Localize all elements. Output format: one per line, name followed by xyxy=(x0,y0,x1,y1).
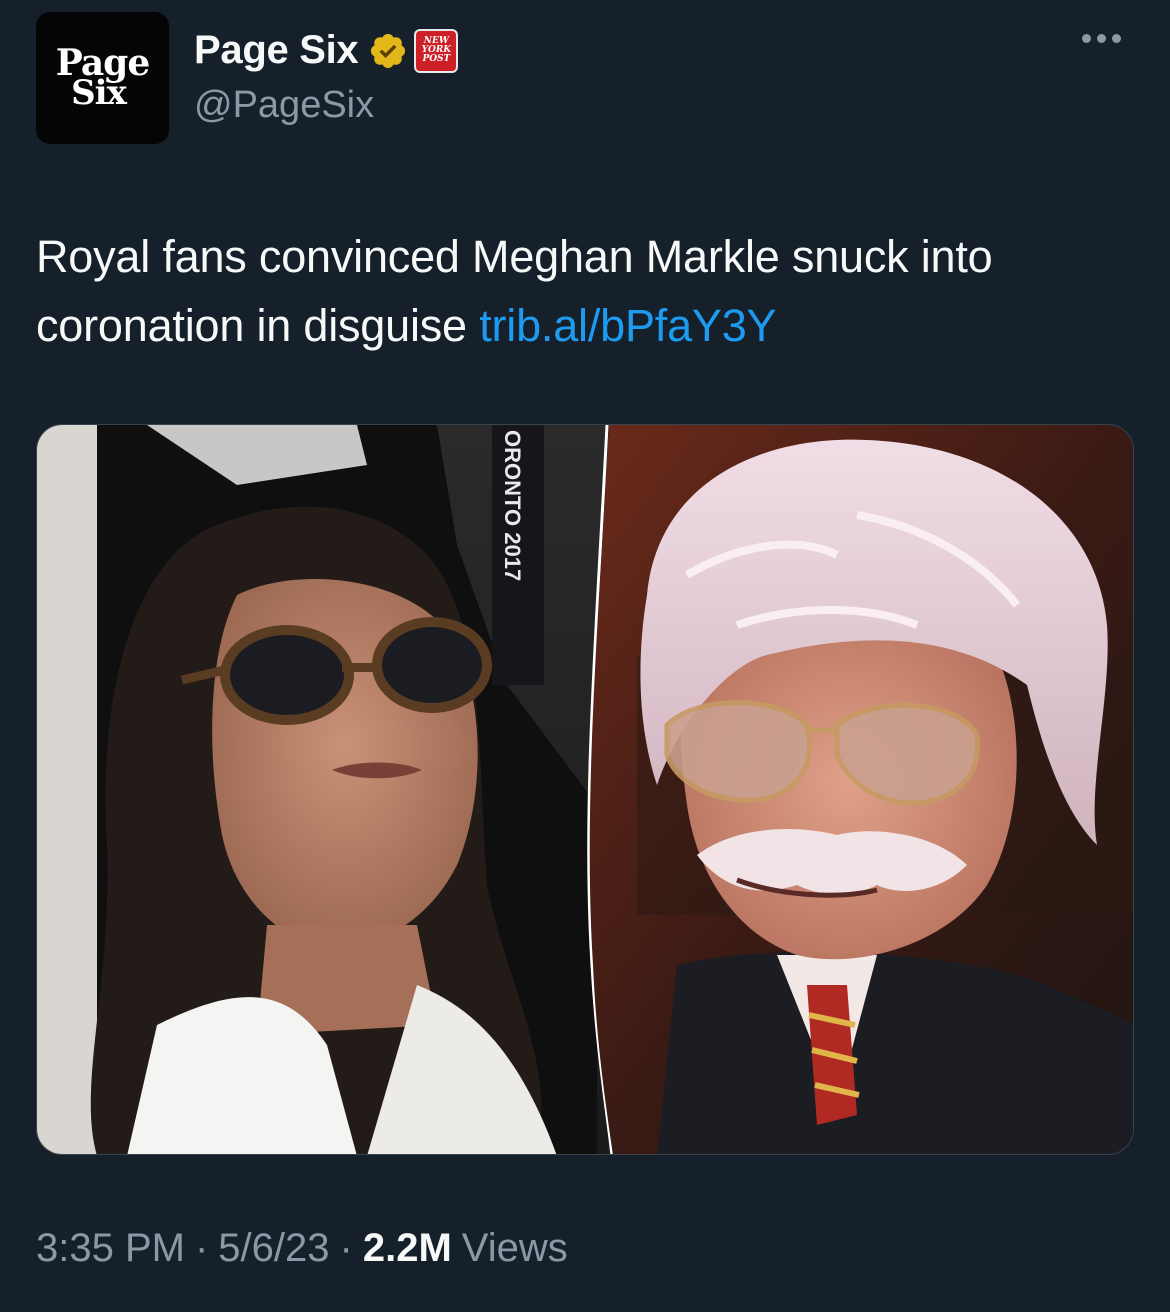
more-dot xyxy=(1097,34,1106,43)
display-name[interactable]: Page Six xyxy=(194,28,359,73)
tweet-link[interactable]: trib.al/bPfaY3Y xyxy=(479,300,776,351)
views-count[interactable]: 2.2M xyxy=(363,1226,452,1271)
more-options-icon[interactable] xyxy=(1082,34,1121,43)
avatar-text-line2: Six xyxy=(71,72,127,113)
tweet-date[interactable]: 5/6/23 xyxy=(218,1226,329,1271)
views-label: Views xyxy=(461,1226,568,1270)
more-dot xyxy=(1082,34,1091,43)
more-dot xyxy=(1112,34,1121,43)
tweet-meta: 3:35 PM · 5/6/23 · 2.2M Views xyxy=(36,1226,568,1271)
left-photo: ORONTO 2017 xyxy=(37,425,607,1154)
affiliate-badge[interactable]: NEW YORK POST xyxy=(414,28,459,73)
avatar[interactable]: Page Six xyxy=(36,12,169,144)
affiliate-badge-line3: POST xyxy=(422,54,451,64)
meta-separator: · xyxy=(339,1226,353,1270)
author-name-row: Page Six NEW YORK POST xyxy=(194,28,459,73)
right-photo xyxy=(589,425,1133,1154)
tweet: Page Six Page Six NEW YORK POST @PageSix… xyxy=(0,0,1170,1312)
media-photo-collage: ORONTO 2017 xyxy=(37,425,1133,1154)
tweet-text: Royal fans convinced Meghan Markle snuck… xyxy=(36,222,1146,360)
author-handle[interactable]: @PageSix xyxy=(194,84,374,127)
tweet-media-image[interactable]: ORONTO 2017 xyxy=(36,424,1134,1155)
meta-separator: · xyxy=(194,1226,209,1270)
verified-badge-icon[interactable] xyxy=(368,31,408,71)
tweet-time[interactable]: 3:35 PM xyxy=(36,1226,185,1271)
media-overlay-text: ORONTO 2017 xyxy=(500,430,525,581)
